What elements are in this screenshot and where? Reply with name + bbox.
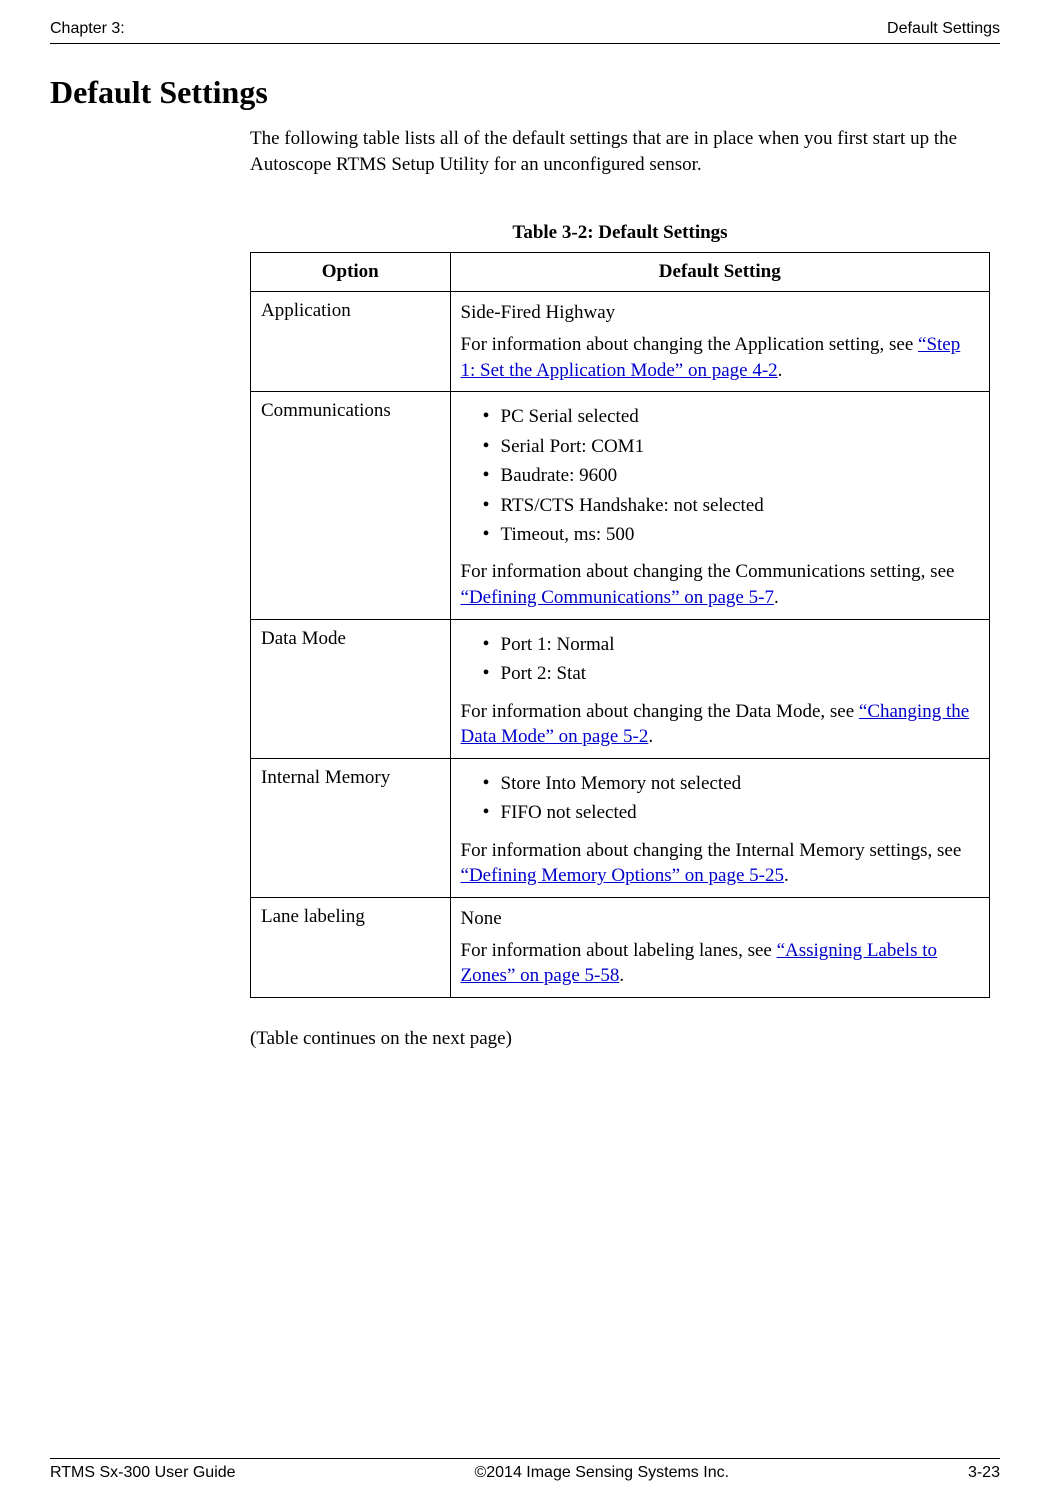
settings-table: Option Default Setting Application Side-…: [250, 252, 990, 998]
footer-left: RTMS Sx-300 User Guide: [50, 1464, 236, 1482]
table-header-row: Option Default Setting: [251, 253, 990, 292]
cell-text: None: [461, 906, 979, 932]
cell-option: Communications: [251, 392, 451, 619]
section-title: Default Settings: [50, 74, 1000, 111]
table-row: Internal Memory Store Into Memory not se…: [251, 758, 990, 897]
page-footer: RTMS Sx-300 User Guide ©2014 Image Sensi…: [50, 1458, 1000, 1482]
info-prefix: For information about changing the Appli…: [461, 334, 919, 355]
table-row: Data Mode Port 1: Normal Port 2: Stat Fo…: [251, 619, 990, 758]
cell-info: For information about changing the Data …: [461, 699, 979, 750]
footer-right: 3-23: [968, 1464, 1000, 1482]
table-row: Lane labeling None For information about…: [251, 897, 990, 997]
table-row: Communications PC Serial selected Serial…: [251, 392, 990, 619]
list-item: Port 2: Stat: [483, 659, 979, 688]
bullet-list: Store Into Memory not selected FIFO not …: [461, 769, 979, 828]
bullet-list: PC Serial selected Serial Port: COM1 Bau…: [461, 402, 979, 549]
page-header: Chapter 3: Default Settings: [50, 20, 1000, 44]
info-prefix: For information about changing the Data …: [461, 701, 859, 722]
column-header-option: Option: [251, 253, 451, 292]
cell-option: Data Mode: [251, 619, 451, 758]
info-prefix: For information about changing the Inter…: [461, 840, 962, 861]
cell-default: PC Serial selected Serial Port: COM1 Bau…: [450, 392, 989, 619]
table-continues-note: (Table continues on the next page): [250, 1028, 990, 1050]
xref-link[interactable]: “Defining Memory Options” on page 5-25: [461, 865, 784, 886]
cell-option: Internal Memory: [251, 758, 451, 897]
cell-default: None For information about labeling lane…: [450, 897, 989, 997]
cell-info: For information about changing the Inter…: [461, 838, 979, 889]
cell-option: Lane labeling: [251, 897, 451, 997]
list-item: RTS/CTS Handshake: not selected: [483, 491, 979, 520]
column-header-default: Default Setting: [450, 253, 989, 292]
info-suffix: .: [619, 965, 624, 986]
info-suffix: .: [648, 726, 653, 747]
bullet-list: Port 1: Normal Port 2: Stat: [461, 630, 979, 689]
table-row: Application Side-Fired Highway For infor…: [251, 292, 990, 392]
cell-default: Side-Fired Highway For information about…: [450, 292, 989, 392]
cell-info: For information about labeling lanes, se…: [461, 938, 979, 989]
list-item: Serial Port: COM1: [483, 432, 979, 461]
header-right: Default Settings: [887, 20, 1000, 38]
info-suffix: .: [784, 865, 789, 886]
cell-info: For information about changing the Commu…: [461, 559, 979, 610]
footer-center: ©2014 Image Sensing Systems Inc.: [474, 1464, 729, 1482]
list-item: Port 1: Normal: [483, 630, 979, 659]
info-prefix: For information about changing the Commu…: [461, 561, 955, 582]
list-item: Store Into Memory not selected: [483, 769, 979, 798]
header-left: Chapter 3:: [50, 20, 125, 38]
cell-text: Side-Fired Highway: [461, 300, 979, 326]
list-item: Baudrate: 9600: [483, 461, 979, 490]
cell-option: Application: [251, 292, 451, 392]
content-block: The following table lists all of the def…: [250, 126, 990, 1050]
list-item: PC Serial selected: [483, 402, 979, 431]
info-suffix: .: [778, 360, 783, 381]
intro-text: The following table lists all of the def…: [250, 126, 990, 177]
cell-default: Port 1: Normal Port 2: Stat For informat…: [450, 619, 989, 758]
list-item: Timeout, ms: 500: [483, 520, 979, 549]
cell-default: Store Into Memory not selected FIFO not …: [450, 758, 989, 897]
table-caption: Table 3-2: Default Settings: [250, 222, 990, 244]
info-prefix: For information about labeling lanes, se…: [461, 940, 777, 961]
cell-info: For information about changing the Appli…: [461, 332, 979, 383]
xref-link[interactable]: “Defining Communications” on page 5-7: [461, 587, 774, 608]
list-item: FIFO not selected: [483, 798, 979, 827]
info-suffix: .: [774, 587, 779, 608]
